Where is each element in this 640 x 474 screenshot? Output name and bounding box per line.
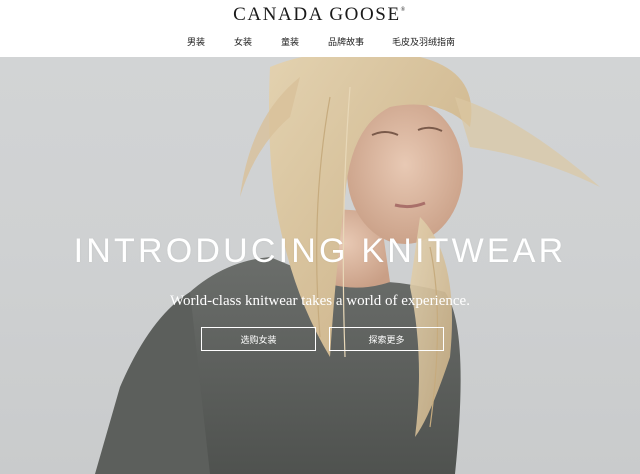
nav-item-men[interactable]: 男装 bbox=[187, 35, 205, 48]
registered-mark: ® bbox=[400, 7, 407, 13]
explore-more-button[interactable]: 探索更多 bbox=[329, 327, 444, 351]
nav-item-brand-story[interactable]: 品牌故事 bbox=[328, 35, 364, 48]
hero-tagline: World-class knitwear takes a world of ex… bbox=[170, 293, 470, 309]
nav-item-women[interactable]: 女装 bbox=[234, 35, 252, 48]
shop-women-button[interactable]: 选购女装 bbox=[201, 327, 316, 351]
nav-item-kids[interactable]: 童装 bbox=[281, 35, 299, 48]
main-nav: 男装 女装 童装 品牌故事 毛皮及羽绒指南 bbox=[0, 35, 640, 49]
brand-logo[interactable]: CANADA GOOSE® bbox=[0, 4, 640, 26]
brand-name: CANADA GOOSE bbox=[233, 4, 401, 25]
nav-item-fur-down-guide[interactable]: 毛皮及羽绒指南 bbox=[392, 35, 455, 48]
site-header: CANADA GOOSE® 男装 女装 童装 品牌故事 毛皮及羽绒指南 bbox=[0, 0, 640, 57]
hero-headline: INTRODUCING KNITWEAR bbox=[73, 232, 567, 270]
hero-banner: INTRODUCING KNITWEAR World-class knitwea… bbox=[0, 57, 640, 474]
